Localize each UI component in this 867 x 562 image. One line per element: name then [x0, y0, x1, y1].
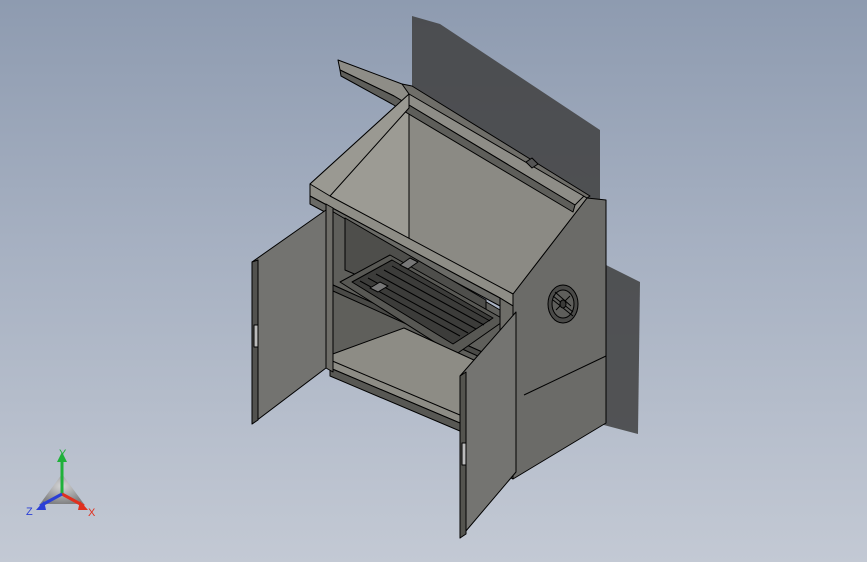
- left-door[interactable]: [251, 209, 327, 425]
- right-door-handle[interactable]: [461, 442, 467, 466]
- triad-y-label: Y: [59, 448, 67, 460]
- cabinet-model[interactable]: [0, 0, 867, 562]
- left-frame-post: [325, 203, 334, 373]
- triad-x-label: X: [88, 507, 96, 519]
- vent-fan-icon[interactable]: [547, 284, 579, 324]
- 3d-viewport[interactable]: Y X Z: [0, 0, 867, 562]
- triad-z-label: Z: [26, 506, 33, 518]
- left-door-handle[interactable]: [253, 324, 259, 348]
- coordinate-triad[interactable]: Y X Z: [22, 446, 112, 526]
